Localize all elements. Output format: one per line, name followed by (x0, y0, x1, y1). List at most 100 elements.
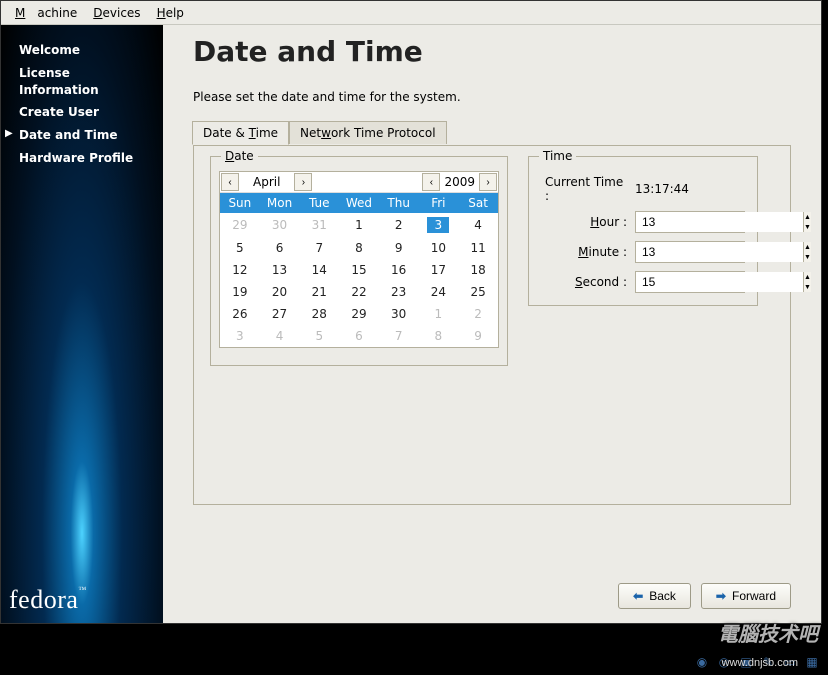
calendar-day[interactable]: 19 (220, 281, 260, 303)
content-pane: Date and Time Please set the date and ti… (163, 25, 821, 623)
calendar-day[interactable]: 1 (339, 213, 379, 237)
sidebar-item-hardware-profile[interactable]: Hardware Profile (19, 147, 153, 170)
forward-button[interactable]: ➡Forward (701, 583, 791, 609)
calendar-day[interactable]: 13 (260, 259, 300, 281)
minute-down-button[interactable]: ▼ (804, 252, 811, 262)
calendar-dow: Sun (220, 193, 260, 213)
calendar-day[interactable]: 8 (419, 325, 459, 347)
sidebar-item-create-user[interactable]: Create User (19, 101, 153, 124)
legend-date: Date (221, 149, 258, 163)
calendar-day[interactable]: 6 (339, 325, 379, 347)
legend-time: Time (539, 149, 576, 163)
prev-month-button[interactable]: ‹ (221, 173, 239, 191)
sidebar-item-license[interactable]: License Information (19, 62, 153, 102)
calendar-day[interactable]: 29 (339, 303, 379, 325)
calendar-day[interactable]: 30 (260, 213, 300, 237)
calendar-day[interactable]: 3 (220, 325, 260, 347)
second-spin[interactable]: ▲▼ (635, 271, 745, 293)
calendar-day[interactable]: 28 (299, 303, 339, 325)
calendar-day[interactable]: 30 (379, 303, 419, 325)
menu-machine[interactable]: Machine (9, 4, 83, 22)
usb-icon[interactable]: ✎ (760, 655, 776, 669)
calendar-day[interactable]: 2 (379, 213, 419, 237)
calendar-day[interactable]: 16 (379, 259, 419, 281)
calendar-day[interactable]: 27 (260, 303, 300, 325)
calendar-grid: SunMonTueWedThuFriSat 293031123456789101… (220, 193, 498, 347)
display-icon[interactable]: ▦ (804, 655, 820, 669)
year-nav: ‹ 2009 › (422, 173, 497, 191)
cd-icon[interactable]: ◎ (716, 655, 732, 669)
calendar-day[interactable]: 18 (458, 259, 498, 281)
minute-input[interactable] (636, 242, 803, 262)
calendar-day[interactable]: 17 (419, 259, 459, 281)
calendar-day[interactable]: 11 (458, 237, 498, 259)
calendar-day[interactable]: 9 (379, 237, 419, 259)
calendar-day[interactable]: 14 (299, 259, 339, 281)
group-date: Date ‹ April › ‹ (210, 156, 508, 366)
calendar-day[interactable]: 9 (458, 325, 498, 347)
calendar-day[interactable]: 12 (220, 259, 260, 281)
tab-pane-date-time: Date ‹ April › ‹ (194, 146, 790, 376)
hour-up-button[interactable]: ▲ (804, 212, 811, 222)
setup-window: Machine Devices Help Welcome License Inf… (0, 0, 822, 624)
calendar-day[interactable]: 7 (299, 237, 339, 259)
calendar-day[interactable]: 24 (419, 281, 459, 303)
page-instruction: Please set the date and time for the sys… (193, 90, 791, 104)
minute-up-button[interactable]: ▲ (804, 242, 811, 252)
minute-spin[interactable]: ▲▼ (635, 241, 745, 263)
calendar-day[interactable]: 31 (299, 213, 339, 237)
sidebar-item-welcome[interactable]: Welcome (19, 39, 153, 62)
calendar-day[interactable]: 3 (419, 213, 459, 237)
calendar-day[interactable]: 29 (220, 213, 260, 237)
back-button[interactable]: ⬅Back (618, 583, 691, 609)
second-down-button[interactable]: ▼ (804, 282, 811, 292)
calendar-day[interactable]: 6 (260, 237, 300, 259)
second-label: Second : (564, 275, 627, 289)
calendar-day[interactable]: 4 (458, 213, 498, 237)
calendar-day[interactable]: 22 (339, 281, 379, 303)
group-time: Time Current Time : 13:17:44 Hour : ▲▼ M… (528, 156, 758, 306)
next-year-button[interactable]: › (479, 173, 497, 191)
next-month-button[interactable]: › (294, 173, 312, 191)
menu-devices[interactable]: Devices (87, 4, 146, 22)
calendar-dow: Fri (419, 193, 459, 213)
calendar-day[interactable]: 20 (260, 281, 300, 303)
calendar-day[interactable]: 1 (419, 303, 459, 325)
calendar-day[interactable]: 5 (220, 237, 260, 259)
second-input[interactable] (636, 272, 803, 292)
calendar-dow: Thu (379, 193, 419, 213)
calendar-day[interactable]: 10 (419, 237, 459, 259)
calendar-day[interactable]: 5 (299, 325, 339, 347)
calendar-day[interactable]: 15 (339, 259, 379, 281)
tabs-container: Date & Time Network Time Protocol Date ‹… (193, 122, 791, 505)
calendar-day[interactable]: 25 (458, 281, 498, 303)
current-time-value: 13:17:44 (635, 182, 745, 196)
calendar-day[interactable]: 4 (260, 325, 300, 347)
calendar-day[interactable]: 21 (299, 281, 339, 303)
arrow-right-icon: ➡ (716, 589, 726, 603)
hour-down-button[interactable]: ▼ (804, 222, 811, 232)
calendar: ‹ April › ‹ 2009 › (219, 171, 499, 348)
prev-year-button[interactable]: ‹ (422, 173, 440, 191)
button-row: ⬅Back ➡Forward (193, 569, 791, 609)
calendar-day[interactable]: 7 (379, 325, 419, 347)
hour-spin[interactable]: ▲▼ (635, 211, 745, 233)
calendar-header: ‹ April › ‹ 2009 › (220, 172, 498, 193)
calendar-day[interactable]: 8 (339, 237, 379, 259)
sidebar-item-date-time[interactable]: Date and Time (19, 124, 153, 147)
tab-date-time[interactable]: Date & Time (192, 121, 289, 145)
minute-label: Minute : (564, 245, 627, 259)
current-time-label: Current Time : (541, 175, 627, 203)
calendar-day[interactable]: 26 (220, 303, 260, 325)
network-icon[interactable]: ▣ (738, 655, 754, 669)
disk-icon[interactable]: ◉ (694, 655, 710, 669)
tab-ntp[interactable]: Network Time Protocol (289, 121, 446, 144)
fedora-logo: fedora™ (1, 585, 163, 615)
menu-help[interactable]: Help (151, 4, 190, 22)
shared-folder-icon[interactable]: ▭ (782, 655, 798, 669)
calendar-day[interactable]: 2 (458, 303, 498, 325)
calendar-day[interactable]: 23 (379, 281, 419, 303)
tab-strip: Date & Time Network Time Protocol (192, 121, 790, 144)
second-up-button[interactable]: ▲ (804, 272, 811, 282)
hour-input[interactable] (636, 212, 803, 232)
